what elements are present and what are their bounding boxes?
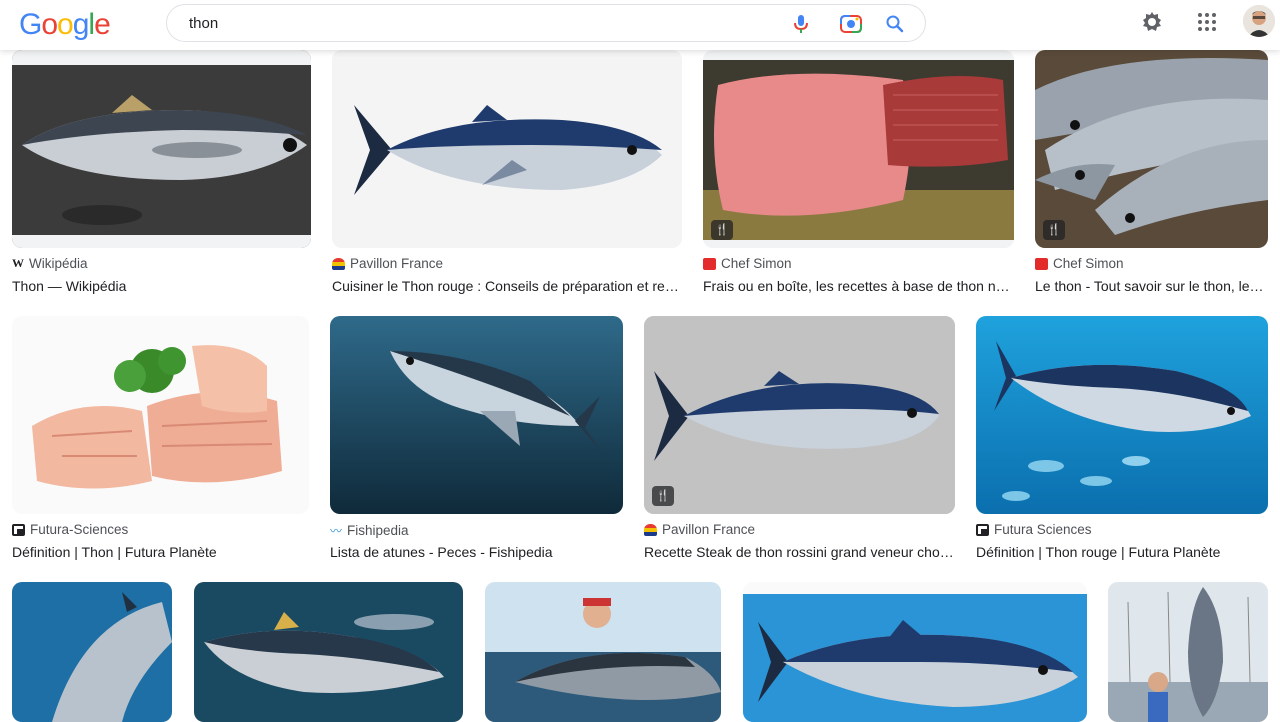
- result-source[interactable]: W Wikipédia: [12, 256, 88, 271]
- wikipedia-icon: W: [12, 256, 24, 270]
- pavillon-france-icon: [644, 523, 657, 536]
- fork-knife-icon: 🍴: [656, 489, 670, 502]
- canned-tuna-image: [12, 316, 309, 514]
- search-box: [166, 4, 926, 42]
- tuna-blue-bg-image: [743, 582, 1087, 722]
- result-title[interactable]: Frais ou en boîte, les recettes à base d…: [703, 278, 1014, 294]
- result-source[interactable]: 〰 Fishipedia: [330, 522, 409, 539]
- result-title[interactable]: Définition | Thon | Futura Planète: [12, 544, 309, 560]
- apps-grid-icon[interactable]: [1194, 9, 1220, 35]
- mic-icon[interactable]: [789, 12, 813, 36]
- result-thumbnail[interactable]: [976, 316, 1268, 514]
- fishipedia-icon: 〰: [330, 524, 343, 538]
- result-source[interactable]: Futura-Sciences: [12, 522, 128, 537]
- result-title[interactable]: Cuisiner le Thon rouge : Conseils de pré…: [332, 278, 682, 294]
- fork-knife-icon: 🍴: [715, 223, 729, 236]
- result-source[interactable]: Futura Sciences: [976, 522, 1092, 537]
- result-source[interactable]: Pavillon France: [644, 522, 755, 537]
- result-thumbnail[interactable]: 🍴: [644, 316, 955, 514]
- top-bar: Google: [0, 0, 1280, 50]
- tuna-blue-water-image: [976, 316, 1268, 514]
- gear-icon[interactable]: [1139, 9, 1165, 35]
- result-title[interactable]: Définition | Thon rouge | Futura Planète: [976, 544, 1268, 560]
- result-thumbnail[interactable]: [12, 582, 172, 722]
- pavillon-france-icon: [332, 257, 345, 270]
- hanging-tuna-image: [1108, 582, 1268, 722]
- result-thumbnail[interactable]: 🍴: [1035, 50, 1268, 248]
- result-title[interactable]: Le thon - Tout savoir sur le thon, les..…: [1035, 278, 1268, 294]
- result-thumbnail[interactable]: 🍴: [703, 50, 1014, 248]
- result-thumbnail[interactable]: [485, 582, 721, 722]
- fork-knife-icon: 🍴: [1047, 223, 1061, 236]
- tuna-on-ground-image: [12, 50, 311, 248]
- result-thumbnail[interactable]: [12, 50, 311, 248]
- recipe-badge: 🍴: [652, 486, 674, 506]
- result-thumbnail[interactable]: [12, 316, 309, 514]
- google-logo[interactable]: Google: [19, 8, 111, 42]
- tuna-underwater-image: [330, 316, 623, 514]
- result-thumbnail[interactable]: [332, 50, 682, 248]
- result-source[interactable]: Chef Simon: [703, 256, 792, 271]
- fisherman-tuna-image: [485, 582, 721, 722]
- result-thumbnail[interactable]: [330, 316, 623, 514]
- tuna-closeup-image: [12, 582, 172, 722]
- futura-sciences-icon: [12, 523, 25, 536]
- result-title[interactable]: Lista de atunes - Peces - Fishipedia: [330, 544, 623, 560]
- chef-simon-icon: [1035, 257, 1048, 270]
- search-input[interactable]: [189, 13, 749, 33]
- search-icon[interactable]: [883, 12, 907, 36]
- result-thumbnail[interactable]: [194, 582, 463, 722]
- result-source[interactable]: Chef Simon: [1035, 256, 1124, 271]
- result-title[interactable]: Thon — Wikipédia: [12, 278, 311, 294]
- result-thumbnail[interactable]: [743, 582, 1087, 722]
- result-source[interactable]: Pavillon France: [332, 256, 443, 271]
- tuna-steak-image: [703, 50, 1014, 248]
- image-results-grid: W Wikipédia Thon — Wikipédia Pavillon Fra…: [0, 0, 1280, 722]
- avatar[interactable]: [1243, 5, 1275, 37]
- futura-sciences-icon: [976, 523, 989, 536]
- bluefin-tuna-image: [332, 50, 682, 248]
- tuna-grey-bg-image: [644, 316, 955, 514]
- chef-simon-icon: [703, 257, 716, 270]
- recipe-badge: 🍴: [711, 220, 733, 240]
- tunas-pile-image: [1035, 50, 1268, 248]
- result-title[interactable]: Recette Steak de thon rossini grand vene…: [644, 544, 955, 560]
- result-thumbnail[interactable]: [1108, 582, 1268, 722]
- tuna-school-image: [194, 582, 463, 722]
- recipe-badge: 🍴: [1043, 220, 1065, 240]
- camera-lens-icon[interactable]: [839, 12, 863, 36]
